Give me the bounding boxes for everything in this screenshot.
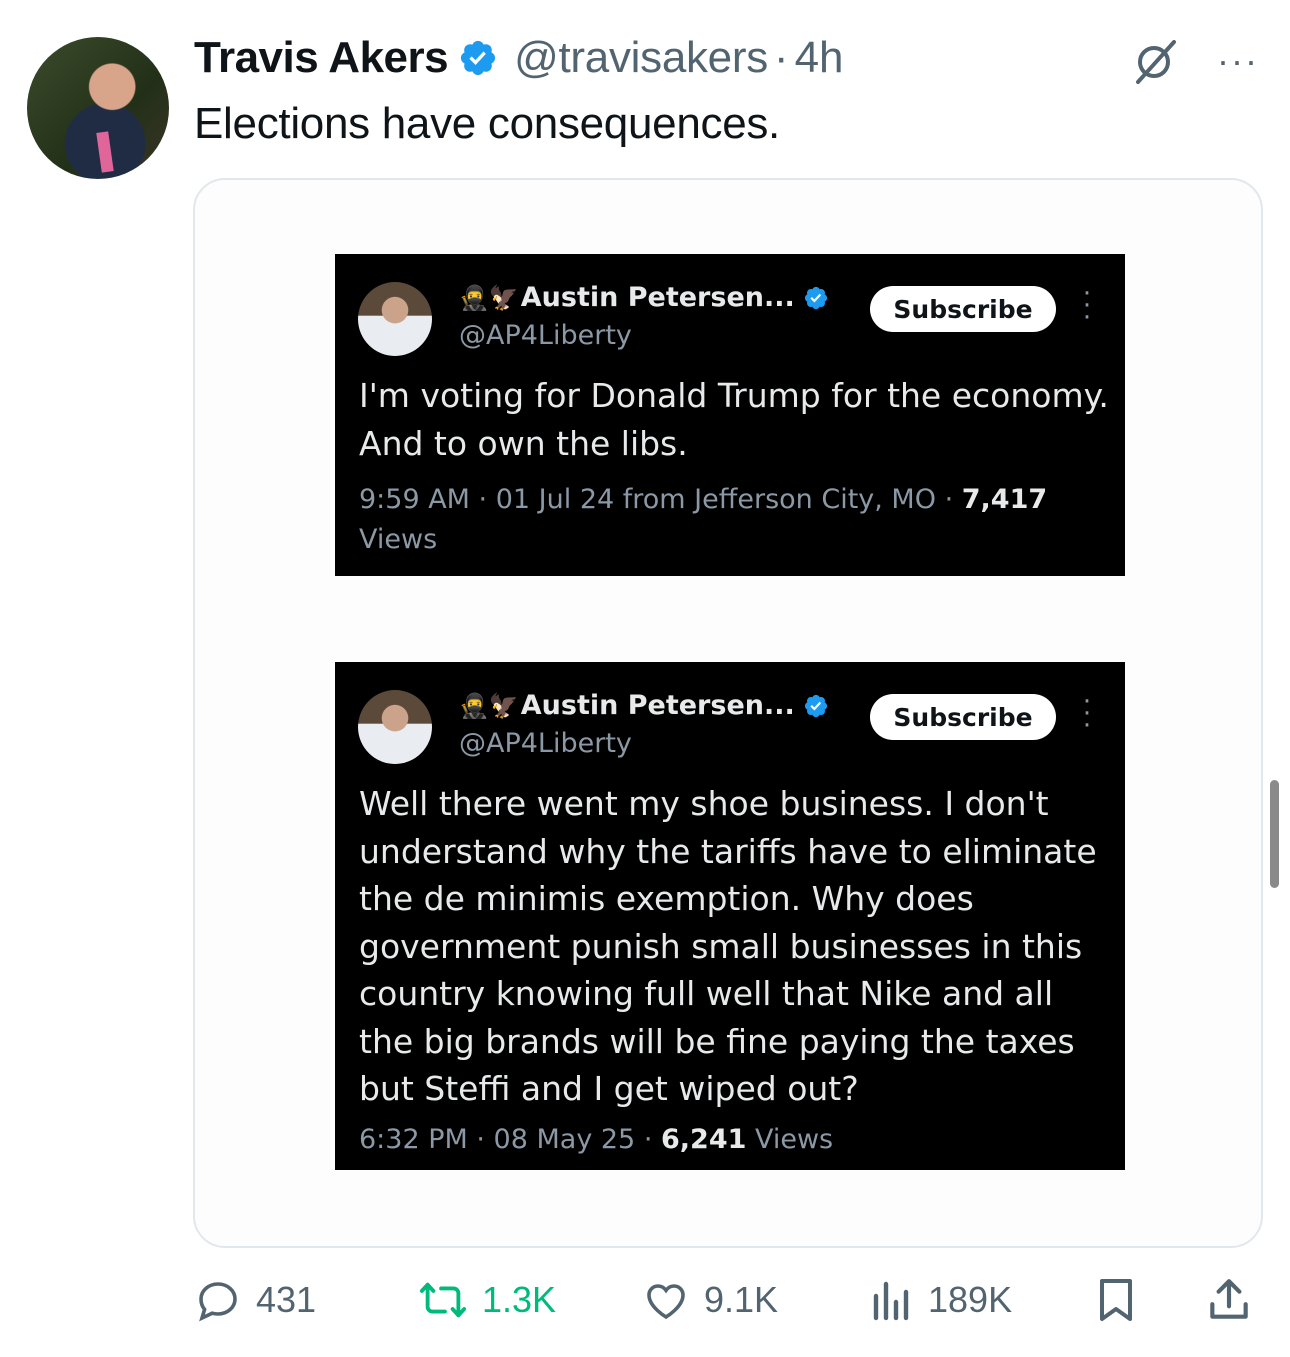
reply-count: 431 xyxy=(256,1279,317,1320)
meta-timestamp: 9:59 AM · 01 Jul 24 from Jefferson City,… xyxy=(359,484,962,515)
like-button[interactable]: 9.1K xyxy=(642,1272,778,1328)
quoted-tweet-screenshot: 🥷🦅 Austin Petersen... @AP4Liberty Subscr… xyxy=(335,662,1125,1170)
quoted-author-name: Austin Petersen... xyxy=(520,690,795,721)
views-count: 6,241 xyxy=(660,1124,747,1155)
quoted-tweet-meta: 6:32 PM · 08 May 25 · 6,241 Views xyxy=(359,1120,1089,1160)
like-count: 9.1K xyxy=(704,1279,779,1320)
quoted-name-row: 🥷🦅 Austin Petersen... xyxy=(459,282,829,313)
separator-dot: · xyxy=(773,33,789,82)
quoted-author-avatar xyxy=(358,282,432,356)
attached-image[interactable]: 🥷🦅 Austin Petersen... @AP4Liberty Subscr… xyxy=(193,178,1263,1248)
retweet-button[interactable]: 1.3K xyxy=(418,1272,556,1328)
subscribe-button: Subscribe xyxy=(870,286,1056,332)
share-button[interactable] xyxy=(1206,1272,1266,1328)
more-options-icon: · · · xyxy=(1082,687,1092,741)
grok-icon[interactable] xyxy=(1130,36,1180,86)
subscribe-button: Subscribe xyxy=(870,694,1056,740)
tweet-text: Elections have consequences. xyxy=(194,99,780,148)
retweet-icon xyxy=(419,1282,467,1318)
verified-badge-icon xyxy=(803,285,829,311)
views-count: 189K xyxy=(928,1279,1013,1320)
more-options-icon: · · · xyxy=(1082,279,1092,333)
tweet-time[interactable]: 4h xyxy=(795,33,844,83)
author-avatar[interactable] xyxy=(27,37,169,179)
author-handle[interactable]: @travisakers xyxy=(514,33,768,83)
analytics-icon xyxy=(873,1281,909,1321)
ninja-eagle-emoji: 🥷🦅 xyxy=(459,283,519,312)
views-label: Views xyxy=(746,1124,834,1155)
heart-icon xyxy=(647,1284,685,1320)
scrollbar[interactable] xyxy=(1270,780,1279,888)
reply-icon xyxy=(199,1282,237,1322)
quoted-tweet-text: I'm voting for Donald Trump for the econ… xyxy=(359,376,1109,463)
quoted-author-handle: @AP4Liberty xyxy=(459,728,632,759)
quoted-name-row: 🥷🦅 Austin Petersen... xyxy=(459,690,829,721)
author-name[interactable]: Travis Akers xyxy=(194,33,449,83)
verified-badge-icon xyxy=(803,693,829,719)
tweet-actions-bar: 431 1.3K 9.1K 189K xyxy=(194,1272,1258,1328)
views-count: 7,417 xyxy=(961,484,1048,515)
meta-timestamp: 6:32 PM · 08 May 25 · xyxy=(359,1124,661,1155)
bookmark-icon xyxy=(1100,1279,1132,1321)
reply-button[interactable]: 431 xyxy=(194,1272,316,1328)
bookmark-button[interactable] xyxy=(1094,1272,1152,1328)
share-icon xyxy=(1210,1279,1248,1319)
quoted-tweet-text: Well there went my shoe business. I don'… xyxy=(359,784,1097,1108)
ninja-eagle-emoji: 🥷🦅 xyxy=(459,691,519,720)
quoted-author-handle: @AP4Liberty xyxy=(459,320,632,351)
views-label: Views xyxy=(359,524,438,555)
quoted-tweet-screenshot: 🥷🦅 Austin Petersen... @AP4Liberty Subscr… xyxy=(335,254,1125,576)
views-button[interactable]: 189K xyxy=(870,1272,1012,1328)
quoted-tweet-meta: 9:59 AM · 01 Jul 24 from Jefferson City,… xyxy=(359,480,1089,560)
more-options-icon[interactable]: ··· xyxy=(1210,40,1266,81)
quoted-author-avatar xyxy=(358,690,432,764)
retweet-count: 1.3K xyxy=(482,1279,557,1320)
verified-badge-icon xyxy=(458,38,498,78)
quoted-author-name: Austin Petersen... xyxy=(520,282,795,313)
tweet-header: Travis Akers @travisakers · 4h xyxy=(194,30,844,86)
